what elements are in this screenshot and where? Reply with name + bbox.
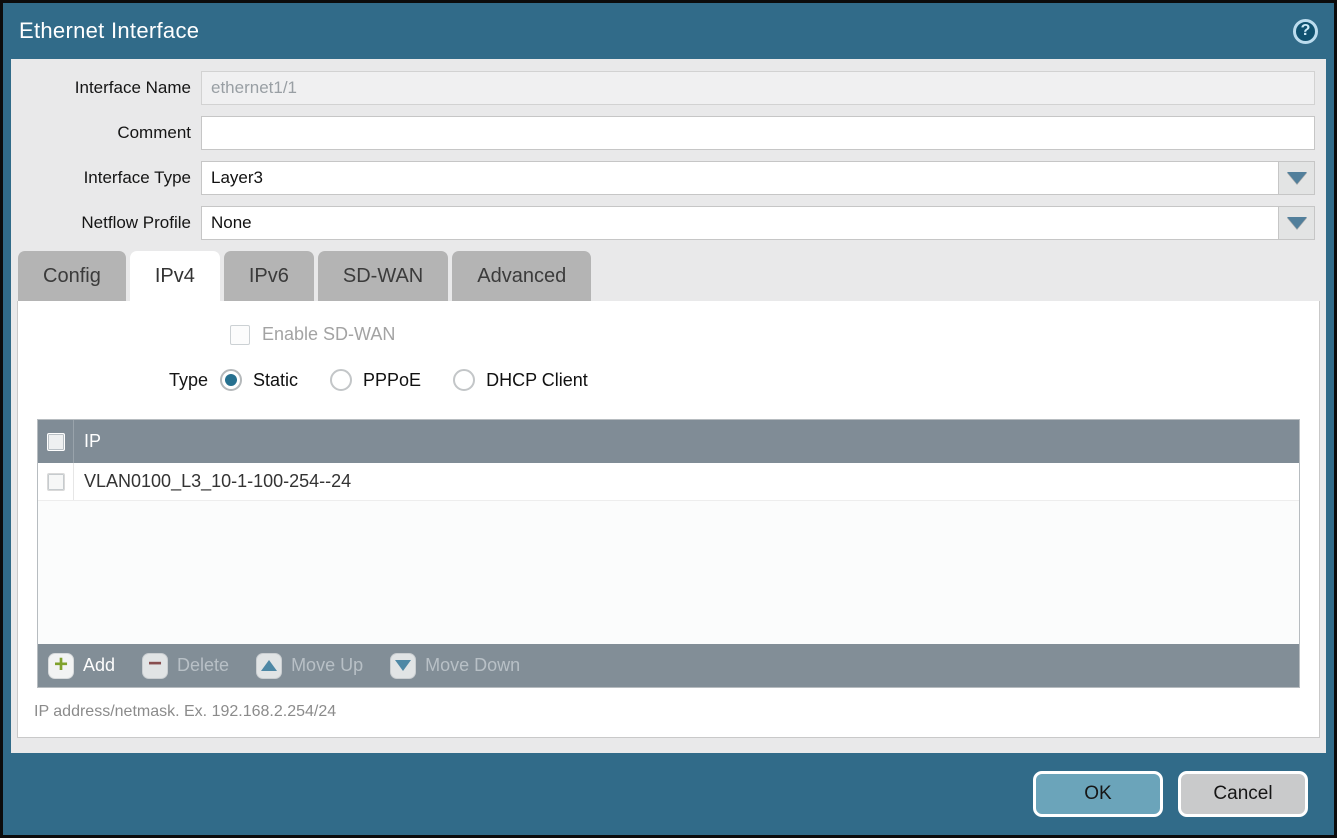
dialog-footer: OK Cancel (3, 753, 1334, 835)
delete-button-label: Delete (177, 655, 229, 676)
ip-format-hint: IP address/netmask. Ex. 192.168.2.254/24 (34, 703, 1319, 721)
tab-bar: Config IPv4 IPv6 SD-WAN Advanced (18, 251, 1326, 301)
help-icon[interactable]: ? (1293, 19, 1318, 44)
dialog-content: Interface Name Comment Interface Type (11, 59, 1326, 753)
interface-type-dropdown-button[interactable] (1279, 161, 1315, 195)
radio-pppoe-label: PPPoE (363, 370, 421, 391)
arrow-up-icon (256, 653, 282, 679)
interface-name-label: Interface Name (11, 78, 201, 98)
radio-option-dhcp-client[interactable]: DHCP Client (453, 369, 588, 391)
form-row-netflow-profile: Netflow Profile (11, 206, 1326, 240)
chevron-down-icon (1287, 172, 1307, 184)
move-up-button[interactable]: Move Up (256, 653, 363, 679)
radio-dhcp-client[interactable] (453, 369, 475, 391)
comment-field[interactable] (201, 116, 1315, 150)
move-up-button-label: Move Up (291, 655, 363, 676)
ip-table-toolbar: + Add − Delete Move Up Move Down (38, 644, 1299, 687)
form-row-interface-name: Interface Name (11, 71, 1326, 105)
chevron-down-icon (1287, 217, 1307, 229)
add-plus-icon: + (48, 653, 74, 679)
ip-table: IP VLAN0100_L3_10-1-100-254--24 + Add (37, 419, 1300, 688)
ip-column-header[interactable]: IP (74, 431, 101, 452)
form-row-comment: Comment (11, 116, 1326, 150)
radio-option-pppoe[interactable]: PPPoE (330, 369, 421, 391)
add-button[interactable]: + Add (48, 653, 115, 679)
tab-ipv4[interactable]: IPv4 (130, 251, 220, 301)
radio-option-static[interactable]: Static (220, 369, 298, 391)
table-row[interactable]: VLAN0100_L3_10-1-100-254--24 (38, 463, 1299, 501)
radio-static[interactable] (220, 369, 242, 391)
netflow-profile-field[interactable] (201, 206, 1279, 240)
ip-row-value[interactable]: VLAN0100_L3_10-1-100-254--24 (74, 471, 351, 492)
move-down-button[interactable]: Move Down (390, 653, 520, 679)
type-radio-group: Static PPPoE DHCP Client (220, 369, 620, 391)
delete-button[interactable]: − Delete (142, 653, 229, 679)
radio-pppoe[interactable] (330, 369, 352, 391)
interface-name-field (201, 71, 1315, 105)
tab-sdwan[interactable]: SD-WAN (318, 251, 448, 301)
type-label: Type (18, 370, 208, 391)
ipv4-tab-panel: Enable SD-WAN Type Static PPPoE DHCP C (17, 301, 1320, 738)
comment-label: Comment (11, 123, 201, 143)
form-row-interface-type: Interface Type (11, 161, 1326, 195)
cancel-button[interactable]: Cancel (1178, 771, 1308, 817)
enable-sdwan-row: Enable SD-WAN (18, 301, 1319, 345)
tab-ipv6[interactable]: IPv6 (224, 251, 314, 301)
delete-minus-icon: − (142, 653, 168, 679)
ip-table-body: VLAN0100_L3_10-1-100-254--24 (38, 463, 1299, 644)
dialog-title: Ethernet Interface (19, 18, 199, 44)
ip-table-header: IP (38, 420, 1299, 463)
interface-type-label: Interface Type (11, 168, 201, 188)
radio-dhcp-client-label: DHCP Client (486, 370, 588, 391)
netflow-profile-label: Netflow Profile (11, 213, 201, 233)
enable-sdwan-checkbox[interactable] (230, 325, 250, 345)
arrow-down-icon (390, 653, 416, 679)
row-checkbox[interactable] (47, 473, 65, 491)
add-button-label: Add (83, 655, 115, 676)
move-down-button-label: Move Down (425, 655, 520, 676)
ok-button[interactable]: OK (1033, 771, 1163, 817)
tab-config[interactable]: Config (18, 251, 126, 301)
select-all-checkbox[interactable] (47, 433, 65, 451)
radio-static-label: Static (253, 370, 298, 391)
tab-advanced[interactable]: Advanced (452, 251, 591, 301)
interface-type-field[interactable] (201, 161, 1279, 195)
dialog-titlebar: Ethernet Interface ? (3, 3, 1334, 59)
netflow-profile-dropdown-button[interactable] (1279, 206, 1315, 240)
type-row: Type Static PPPoE DHCP Client (18, 369, 1319, 391)
enable-sdwan-label: Enable SD-WAN (262, 324, 395, 345)
ethernet-interface-dialog: Ethernet Interface ? Interface Name Comm… (0, 0, 1337, 838)
